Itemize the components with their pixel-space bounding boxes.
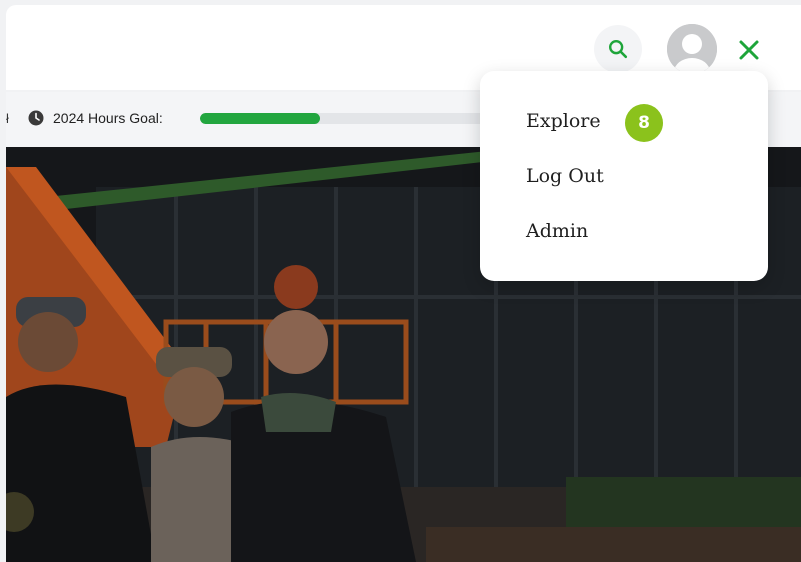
- search-button[interactable]: [594, 25, 642, 73]
- close-menu-button[interactable]: [734, 35, 764, 65]
- hours-goal-label: 2024 Hours Goal:: [53, 110, 163, 126]
- search-icon: [609, 40, 628, 59]
- user-avatar[interactable]: [667, 24, 717, 74]
- close-icon: [739, 40, 759, 60]
- clock-icon: [28, 110, 44, 126]
- explore-count-badge: 8: [625, 104, 663, 142]
- user-dropdown-menu: Explore 8 Log Out Admin: [480, 71, 768, 281]
- hours-goal-progress: [200, 113, 500, 124]
- hours-goal-progress-fill: [200, 113, 320, 124]
- menu-item-log-out[interactable]: Log Out: [526, 165, 604, 187]
- user-avatar-icon: [667, 24, 717, 74]
- goal-separator: ł: [6, 111, 9, 126]
- menu-item-explore[interactable]: Explore: [526, 110, 601, 132]
- menu-item-admin[interactable]: Admin: [526, 220, 588, 242]
